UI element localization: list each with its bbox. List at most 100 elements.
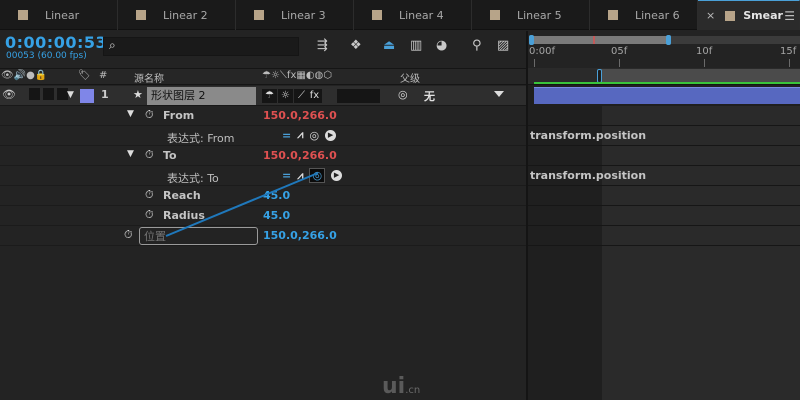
property-row-reach[interactable]: ⏱ Reach 45.0 — [0, 186, 526, 206]
stopwatch-icon[interactable]: ⏱ — [145, 108, 154, 122]
layer-search-input[interactable]: ⌕ — [103, 37, 299, 56]
column-parent: 父级 — [400, 74, 420, 85]
layer-duration-bar[interactable] — [534, 87, 800, 104]
column-hash: # — [99, 70, 108, 81]
shy-switch-icon[interactable]: ☂ — [262, 89, 277, 103]
stopwatch-icon[interactable]: ⏱ — [145, 148, 154, 162]
expression-label: 表达式: To — [167, 172, 219, 185]
property-value[interactable]: 150.0,266.0 — [263, 109, 337, 122]
time-navigator-range[interactable] — [532, 36, 669, 44]
shy-layers-icon[interactable]: ⏏ — [383, 38, 395, 53]
frame-blend-switch[interactable] — [337, 89, 352, 103]
watermark-mark: ui — [382, 374, 406, 399]
expression-enable-icon[interactable]: = — [282, 129, 291, 142]
expand-layer-icon[interactable]: ▼ — [67, 90, 74, 100]
audio-switch — [29, 88, 40, 103]
column-header: 👁🔊●🔒 🏷 # 源名称 ☂☼⟍fx▦◐◍⬡ 父级 — [0, 68, 526, 85]
panel-menu-icon[interactable]: ☰ — [784, 9, 795, 23]
parent-dropdown-icon[interactable] — [494, 91, 504, 97]
stopwatch-icon[interactable]: ⏱ — [124, 228, 133, 242]
property-value[interactable]: 150.0,266.0 — [263, 229, 337, 242]
motion-blur-icon[interactable]: ◕ — [436, 38, 447, 53]
parent-value[interactable]: 无 — [424, 88, 435, 104]
adjustment-layer-switch[interactable] — [365, 89, 380, 103]
graph-editor-toggle-icon[interactable]: ⚲ — [472, 38, 482, 53]
stopwatch-icon[interactable]: ⏱ — [145, 208, 154, 222]
expression-language-menu-icon[interactable]: ▶ — [331, 170, 343, 181]
tab-label: Smear — [743, 9, 783, 22]
timeline-panel: 0:00f 05f 10f 15f transform.position tra… — [528, 31, 800, 400]
tab-linear-4[interactable]: Linear 4 — [354, 0, 472, 30]
property-name: To — [163, 149, 177, 162]
work-area-bar[interactable] — [600, 69, 800, 82]
property-row-from[interactable]: ▼ ⏱ From 150.0,266.0 — [0, 106, 526, 126]
timeline-row — [528, 226, 800, 246]
layer-row[interactable]: 👁 ▼ 1 ★ 形状图层 2 ☂ ☼ ⟋ fx ◎ 无 — [0, 86, 526, 106]
position-name-input[interactable] — [139, 227, 258, 245]
switches-header-icons: ☂☼⟍fx▦◐◍⬡ — [262, 70, 332, 81]
expression-language-menu-icon[interactable]: ▶ — [325, 129, 337, 141]
navigator-end-handle[interactable] — [666, 35, 671, 45]
property-name: Radius — [163, 209, 205, 222]
visibility-eye-icon[interactable]: 👁 — [2, 88, 16, 101]
ruler-tick — [704, 59, 705, 67]
property-row-radius[interactable]: ⏱ Radius 45.0 — [0, 206, 526, 226]
timeline-row — [528, 106, 800, 126]
collapse-switch-icon[interactable]: ☼ — [278, 89, 293, 103]
graph-editor-icon[interactable]: ▨ — [497, 38, 509, 53]
property-row-to[interactable]: ▼ ⏱ To 150.0,266.0 — [0, 146, 526, 166]
ruler-tick — [789, 59, 790, 67]
expression-row-from[interactable]: 表达式: From = ⩘ ◎ ▶ — [0, 126, 526, 146]
current-time-indicator[interactable] — [597, 69, 602, 83]
timeline-row: transform.position — [528, 126, 800, 146]
timeline-row — [528, 206, 800, 226]
tab-label: Linear 2 — [163, 8, 208, 22]
navigator-start-handle[interactable] — [529, 35, 534, 45]
property-value[interactable]: 150.0,266.0 — [263, 149, 337, 162]
time-ruler[interactable]: 0:00f 05f 10f 15f — [528, 31, 800, 68]
tab-smear[interactable]: × Smear ☰ — [698, 0, 800, 30]
tab-label: Linear 3 — [281, 8, 326, 22]
pick-whip-icon[interactable]: ◎ — [309, 129, 319, 142]
expand-icon[interactable]: ▼ — [127, 149, 134, 159]
stopwatch-icon[interactable]: ⏱ — [145, 188, 154, 202]
pick-whip-icon[interactable]: ◎ — [309, 168, 326, 183]
layer-name[interactable]: 形状图层 2 — [147, 87, 256, 105]
layer-color-label[interactable] — [80, 89, 94, 103]
navigator-playhead-marker — [593, 36, 595, 44]
ruler-tick — [534, 59, 535, 67]
effects-switch-icon[interactable]: fx — [307, 89, 322, 103]
composition-swatch-icon — [254, 10, 264, 20]
motion-blur-switch[interactable] — [351, 89, 366, 103]
tab-linear-6[interactable]: Linear 6 — [590, 0, 698, 30]
tab-linear-5[interactable]: Linear 5 — [472, 0, 590, 30]
spiral-icon[interactable]: ◎ — [398, 88, 408, 101]
frame-count-fps: 00053 (60.00 fps) — [6, 51, 87, 61]
property-row-position[interactable]: ⏱ 150.0,266.0 — [0, 226, 526, 246]
property-value[interactable]: 45.0 — [263, 209, 290, 222]
expand-icon[interactable]: ▼ — [127, 109, 134, 119]
expression-text-to[interactable]: transform.position — [530, 169, 646, 182]
property-name: From — [163, 109, 195, 122]
expression-enable-icon[interactable]: = — [282, 169, 291, 182]
tab-linear[interactable]: Linear — [0, 0, 118, 30]
expression-controls: = ⩘ ◎ ▶ — [282, 128, 337, 142]
close-tab-icon[interactable]: × — [706, 9, 715, 22]
comp-mini-flowchart-icon[interactable]: ⇶ — [317, 38, 328, 53]
draft-3d-icon[interactable]: ❖ — [350, 38, 362, 53]
solo-switch — [43, 88, 54, 103]
column-source-name[interactable]: 源名称 — [134, 70, 164, 85]
graph-post-expression-icon[interactable]: ⩘ — [297, 128, 303, 142]
timeline-row: transform.position — [528, 166, 800, 186]
tab-linear-3[interactable]: Linear 3 — [236, 0, 354, 30]
property-value[interactable]: 45.0 — [263, 189, 290, 202]
current-timecode[interactable]: 0:00:00:53 — [5, 33, 107, 52]
graph-post-expression-icon[interactable]: ⩘ — [297, 169, 303, 183]
timeline-row — [528, 146, 800, 166]
frame-blending-icon[interactable]: ▥ — [410, 38, 422, 53]
expression-row-to[interactable]: 表达式: To = ⩘ ◎ ▶ — [0, 166, 526, 186]
layer-number: 1 — [101, 88, 109, 101]
expression-text-from[interactable]: transform.position — [530, 129, 646, 142]
tab-linear-2[interactable]: Linear 2 — [118, 0, 236, 30]
work-area-render-line — [534, 82, 800, 84]
